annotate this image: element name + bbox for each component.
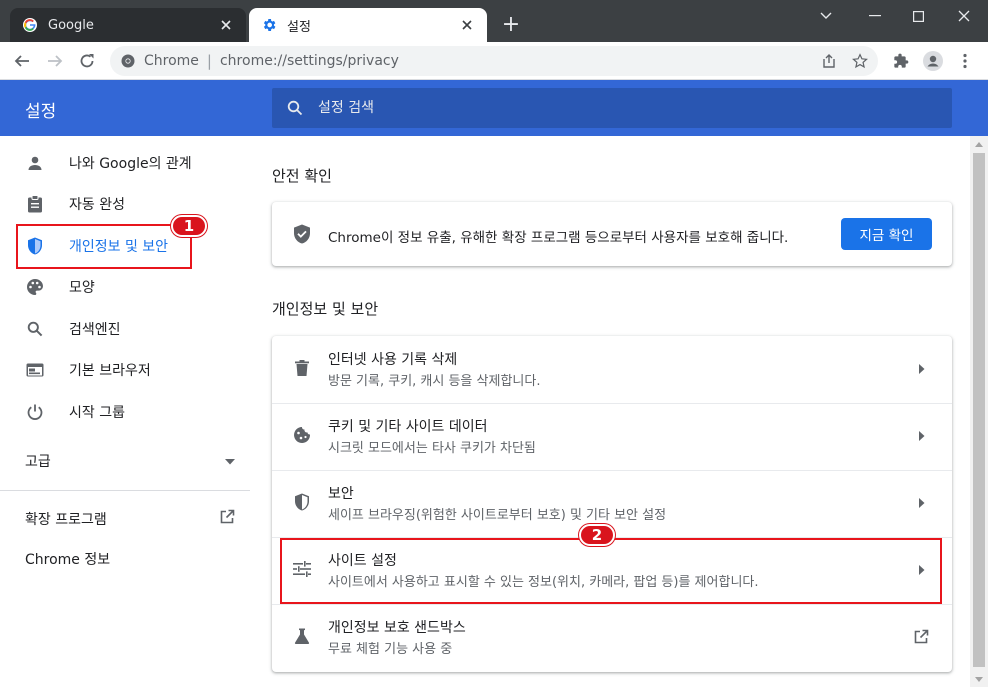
safety-check-card: Chrome이 정보 유출, 유해한 확장 프로그램 등으로부터 사용자를 보호… [272,202,952,266]
arrow-right-icon [916,362,928,376]
annotation-badge-1: 1 [171,215,207,237]
new-tab-button[interactable]: + [500,14,522,37]
sidebar-item-autofill[interactable]: 자동 완성 [0,184,250,224]
scrollbar-thumb[interactable] [973,153,985,667]
sidebar-item-on-startup[interactable]: 시작 그룹 [0,392,250,432]
page-title: 설정 [25,102,57,122]
sidebar-item-label: 기본 브라우저 [69,363,151,379]
shield-icon [292,492,312,512]
tab-strip: Google 설정 + [0,0,988,42]
annotation-badge-2: 2 [579,524,615,546]
sidebar: 나와 Google의 관계 자동 완성 개인정보 및 보안 모양 검색엔진 기본… [0,136,250,687]
sidebar-item-search-engine[interactable]: 검색엔진 [0,309,250,349]
sidebar-divider [0,490,250,491]
sidebar-item-label: 검색엔진 [69,322,121,338]
scroll-up-arrow-icon[interactable] [970,136,988,152]
sidebar-item-label: 모양 [69,280,95,296]
arrow-right-icon [916,429,928,443]
row-clear-browsing-data[interactable]: 인터넷 사용 기록 삭제 방문 기록, 쿠키, 캐시 등을 삭제합니다. [272,336,952,403]
browser-icon [25,360,45,380]
tab-settings[interactable]: 설정 [249,8,487,42]
row-subtitle: 세이프 브라우징(위험한 사이트로부터 보호) 및 기타 보안 설정 [328,508,667,523]
sidebar-item-extensions[interactable]: 확장 프로그램 [25,508,235,530]
cookie-icon [292,425,312,445]
row-privacy-sandbox[interactable]: 개인정보 보호 샌드박스 무료 체험 기능 사용 중 [272,604,952,671]
row-divider [272,604,952,605]
maximize-icon[interactable] [907,6,929,26]
forward-arrow-icon[interactable] [44,50,66,72]
tab-search-icon[interactable] [815,6,837,26]
row-divider [272,403,952,404]
annotation-box-site-settings [280,538,942,604]
row-title: 인터넷 사용 기록 삭제 [328,352,458,368]
extensions-puzzle-icon[interactable] [890,50,912,72]
chrome-icon [120,53,136,69]
open-in-new-icon [219,509,235,529]
row-title: 개인정보 보호 샌드박스 [328,620,466,636]
caret-down-icon [225,453,235,469]
search-icon [286,99,304,117]
row-subtitle: 방문 기록, 쿠키, 캐시 등을 삭제합니다. [328,374,541,389]
sidebar-item-label: 자동 완성 [69,197,125,213]
row-subtitle: 무료 체험 기능 사용 중 [328,642,453,657]
address-bar[interactable]: Chrome | chrome://settings/privacy [110,46,878,76]
more-menu-icon[interactable] [954,50,976,72]
sidebar-item-about-chrome[interactable]: Chrome 정보 [25,549,110,569]
palette-icon [25,277,45,297]
sidebar-item-you-and-google[interactable]: 나와 Google의 관계 [0,143,250,183]
row-subtitle: 시크릿 모드에서는 타사 쿠키가 차단됨 [328,441,536,456]
advanced-label: 고급 [25,454,51,470]
browser-toolbar: Chrome | chrome://settings/privacy [0,42,988,80]
sidebar-item-default-browser[interactable]: 기본 브라우저 [0,350,250,390]
sidebar-advanced-toggle[interactable]: 고급 [25,450,235,472]
tab-google[interactable]: Google [10,8,246,42]
page-scrollbar[interactable] [970,136,988,687]
profile-avatar-icon[interactable] [922,50,944,72]
extensions-label: 확장 프로그램 [25,512,107,528]
url-separator: | [206,52,212,70]
trash-icon [292,358,312,378]
tab-title: 설정 [287,19,311,35]
close-icon[interactable] [459,17,475,33]
star-icon[interactable] [850,51,870,71]
privacy-security-card: 인터넷 사용 기록 삭제 방문 기록, 쿠키, 캐시 등을 삭제합니다. 쿠키 … [272,336,952,672]
site-name: Chrome [144,53,199,69]
row-divider [272,470,952,471]
power-icon [25,402,45,422]
row-title: 보안 [328,486,354,502]
scroll-down-arrow-icon[interactable] [970,671,988,687]
sidebar-item-appearance[interactable]: 모양 [0,267,250,307]
safety-check-heading: 안전 확인 [272,167,332,185]
flask-icon [292,626,312,646]
reload-icon[interactable] [76,50,98,72]
share-icon[interactable] [819,51,839,71]
close-icon[interactable] [218,17,234,33]
sidebar-item-label: 나와 Google의 관계 [69,156,192,172]
settings-search-box[interactable] [272,88,952,128]
search-input[interactable] [318,100,918,116]
annotation-box-privacy-nav [16,224,192,269]
safety-check-description: Chrome이 정보 유출, 유해한 확장 프로그램 등으로부터 사용자를 보호… [328,230,789,246]
back-arrow-icon[interactable] [11,50,33,72]
check-now-button[interactable]: 지금 확인 [841,218,932,250]
url-text: chrome://settings/privacy [219,53,399,69]
row-cookies-site-data[interactable]: 쿠키 및 기타 사이트 데이터 시크릿 모드에서는 타사 쿠키가 차단됨 [272,403,952,470]
arrow-right-icon [916,496,928,510]
clipboard-icon [25,194,45,214]
settings-header: 설정 [0,80,988,136]
open-in-new-icon [912,628,930,646]
person-icon [25,153,45,173]
google-icon [22,17,38,33]
sidebar-item-label: 시작 그룹 [69,405,125,421]
search-icon [25,319,45,339]
window-close-icon[interactable] [953,6,975,26]
row-title: 쿠키 및 기타 사이트 데이터 [328,419,488,435]
tab-title: Google [48,17,94,33]
shield-check-icon [292,224,312,244]
minimize-icon[interactable] [864,6,886,26]
privacy-security-heading: 개인정보 및 보안 [272,300,379,318]
gear-icon [261,17,277,33]
